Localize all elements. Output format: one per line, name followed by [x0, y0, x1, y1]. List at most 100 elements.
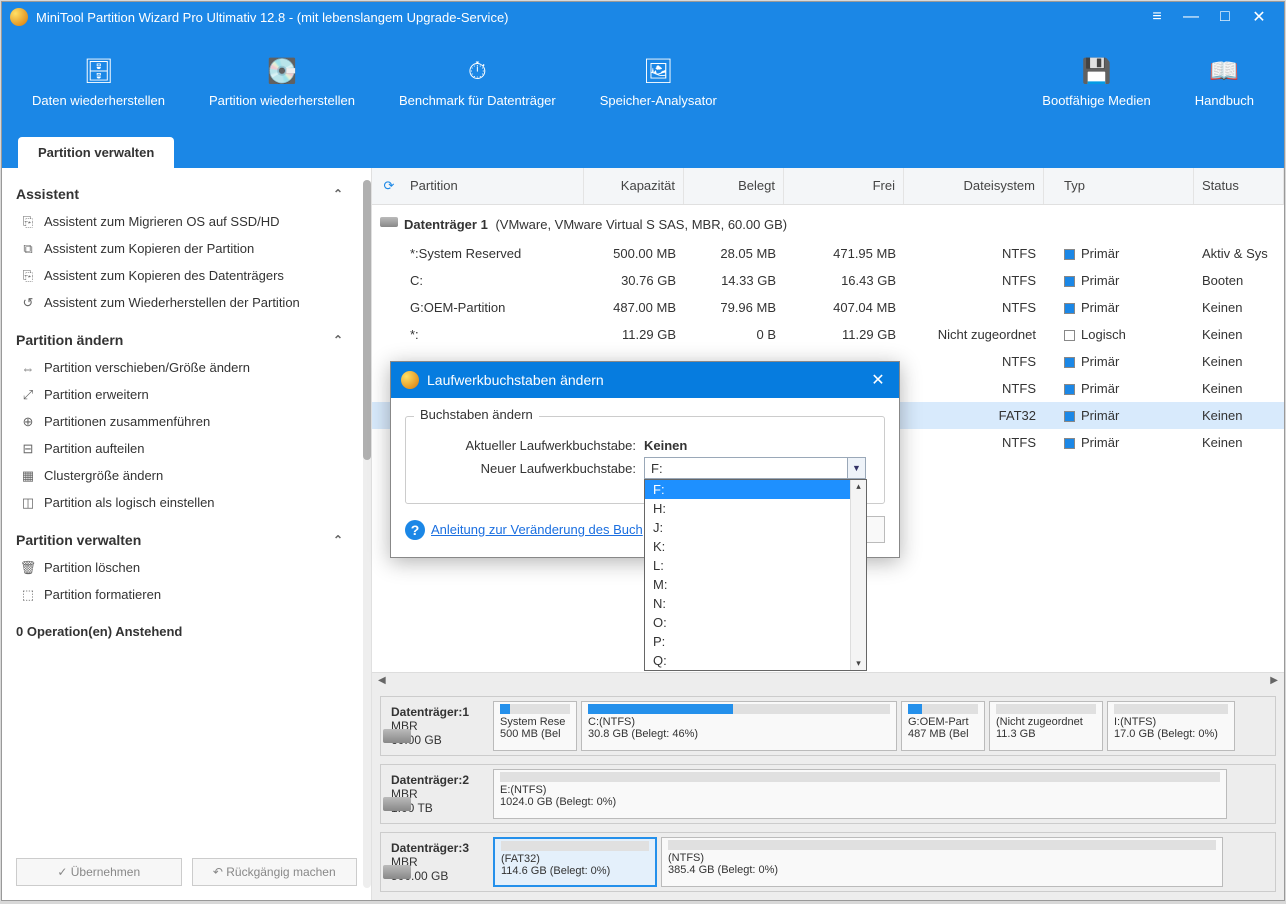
chevron-up-icon: ⌃ — [333, 533, 343, 547]
benchmark-button[interactable]: ⏱Benchmark für Datenträger — [377, 49, 578, 116]
recover-partition-button[interactable]: 💽Partition wiederherstellen — [187, 49, 377, 116]
disk-map-partition[interactable]: I:(NTFS)17.0 GB (Belegt: 0%) — [1107, 701, 1235, 751]
partition-row[interactable]: G:OEM-Partition487.00 MB79.96 MB407.04 M… — [372, 294, 1284, 321]
migrate-icon: ⎘ — [20, 214, 36, 230]
title-bar: MiniTool Partition Wizard Pro Ultimativ … — [2, 2, 1284, 32]
bootable-media-button[interactable]: 💾Bootfähige Medien — [1020, 49, 1172, 116]
apply-button[interactable]: ✓ Übernehmen — [16, 858, 182, 886]
minimize-button[interactable]: — — [1174, 2, 1208, 32]
sidebar-section-assist[interactable]: Assistent⌃ — [16, 180, 363, 208]
sidebar-item-format[interactable]: ⬚Partition formatieren — [16, 581, 363, 608]
dropdown-option[interactable]: J: — [645, 518, 866, 537]
refresh-button[interactable]: ⟳ — [376, 168, 402, 204]
dropdown-option[interactable]: M: — [645, 575, 866, 594]
new-letter-label: Neuer Laufwerkbuchstabe: — [420, 461, 644, 476]
sidebar-item-cluster[interactable]: ▦Clustergröße ändern — [16, 462, 363, 489]
dialog-close-button[interactable]: ✕ — [867, 370, 889, 390]
disk-map-partition[interactable]: C:(NTFS)30.8 GB (Belegt: 46%) — [581, 701, 897, 751]
sidebar-item-extend[interactable]: ⤢Partition erweitern — [16, 381, 363, 408]
disk-map-partition[interactable]: System Rese500 MB (Bel — [493, 701, 577, 751]
col-fs[interactable]: Dateisystem — [904, 168, 1044, 204]
recover-partition-icon: 💽 — [264, 57, 300, 87]
fieldset-change-letter: Buchstaben ändern Aktueller Laufwerkbuch… — [405, 416, 885, 504]
sidebar-item-move-resize[interactable]: ⇔Partition verschieben/Größe ändern — [16, 354, 363, 381]
disk-map-label[interactable]: Datenträger:1MBR60.00 GB — [385, 701, 489, 751]
recover-data-button[interactable]: 🗄Daten wiederherstellen — [10, 49, 187, 116]
disk-map-partition[interactable]: (FAT32)114.6 GB (Belegt: 0%) — [493, 837, 657, 887]
col-free[interactable]: Frei — [784, 168, 904, 204]
window-title: MiniTool Partition Wizard Pro Ultimativ … — [36, 10, 1140, 25]
col-partition[interactable]: Partition — [402, 168, 584, 204]
disk-map-partition[interactable]: E:(NTFS)1024.0 GB (Belegt: 0%) — [493, 769, 1227, 819]
delete-icon: 🗑 — [20, 560, 36, 576]
col-status[interactable]: Status — [1194, 168, 1284, 204]
disk-icon — [380, 217, 398, 227]
app-icon — [10, 8, 28, 26]
help-icon: ? — [405, 520, 425, 540]
disk-map-label[interactable]: Datenträger:2MBR1.00 TB — [385, 769, 489, 819]
dropdown-scrollbar[interactable]: ▴ ▾ — [850, 480, 866, 670]
disk-map-partition[interactable]: (NTFS)385.4 GB (Belegt: 0%) — [661, 837, 1223, 887]
dropdown-list: ▴ ▾ F:H:J:K:L:M:N:O:P:Q: — [644, 479, 867, 671]
col-type[interactable]: Typ — [1044, 168, 1194, 204]
partition-row[interactable]: *:System Reserved500.00 MB28.05 MB471.95… — [372, 240, 1284, 267]
dropdown-option[interactable]: O: — [645, 613, 866, 632]
horizontal-scrollbar[interactable]: ◀▶ — [372, 672, 1284, 688]
sidebar-item-restore-partition[interactable]: ↺Assistent zum Wiederherstellen der Part… — [16, 289, 363, 316]
sidebar-section-manage[interactable]: Partition verwalten⌃ — [16, 526, 363, 554]
space-analyzer-button[interactable]: 🖼Speicher-Analysator — [578, 49, 739, 116]
dropdown-option[interactable]: Q: — [645, 651, 866, 670]
dropdown-option[interactable]: P: — [645, 632, 866, 651]
menu-icon[interactable]: ≡ — [1140, 2, 1174, 32]
sidebar-item-migrate-os[interactable]: ⎘Assistent zum Migrieren OS auf SSD/HD — [16, 208, 363, 235]
change-drive-letter-dialog: Laufwerkbuchstaben ändern ✕ Buchstaben ä… — [390, 361, 900, 558]
new-letter-dropdown[interactable]: F: ▼ ▴ ▾ F:H:J:K:L:M:N:O:P:Q: — [644, 457, 866, 479]
current-letter-value: Keinen — [644, 438, 687, 453]
benchmark-icon: ⏱ — [459, 57, 495, 87]
sidebar-item-set-logical[interactable]: ◫Partition als logisch einstellen — [16, 489, 363, 516]
chevron-up-icon: ⌃ — [333, 333, 343, 347]
extend-icon: ⤢ — [20, 387, 36, 403]
sidebar-section-change[interactable]: Partition ändern⌃ — [16, 326, 363, 354]
analyzer-icon: 🖼 — [640, 57, 676, 87]
close-button[interactable]: ✕ — [1242, 2, 1276, 32]
copy-disk-icon: ⎘ — [20, 268, 36, 284]
split-icon: ⊟ — [20, 441, 36, 457]
sidebar-item-copy-disk[interactable]: ⎘Assistent zum Kopieren des Datenträgers — [16, 262, 363, 289]
dialog-icon — [401, 371, 419, 389]
sidebar-item-merge[interactable]: ⊕Partitionen zusammenführen — [16, 408, 363, 435]
restore-icon: ↺ — [20, 295, 36, 311]
disk-map-partition[interactable]: G:OEM-Part487 MB (Bel — [901, 701, 985, 751]
undo-button[interactable]: ↶ Rückgängig machen — [192, 858, 358, 886]
dropdown-option[interactable]: K: — [645, 537, 866, 556]
disk-title[interactable]: Datenträger 1 (VMware, VMware Virtual S … — [372, 205, 1284, 240]
disk-map-label[interactable]: Datenträger:3MBR500.00 GB — [385, 837, 489, 887]
dropdown-option[interactable]: L: — [645, 556, 866, 575]
dialog-title-bar: Laufwerkbuchstaben ändern ✕ — [391, 362, 899, 398]
partition-table-header: ⟳ Partition Kapazität Belegt Frei Dateis… — [372, 168, 1284, 205]
disk-map-row: Datenträger:1MBR60.00 GBSystem Rese500 M… — [380, 696, 1276, 756]
sidebar-item-split[interactable]: ⊟Partition aufteilen — [16, 435, 363, 462]
dropdown-toggle-button[interactable]: ▼ — [847, 458, 865, 478]
tab-manage-partition[interactable]: Partition verwalten — [18, 137, 174, 168]
sidebar-item-copy-partition[interactable]: ⧉Assistent zum Kopieren der Partition — [16, 235, 363, 262]
maximize-button[interactable]: □ — [1208, 2, 1242, 32]
col-used[interactable]: Belegt — [684, 168, 784, 204]
help-link[interactable]: Anleitung zur Veränderung des Buch — [431, 522, 643, 537]
dropdown-option[interactable]: F: — [645, 480, 866, 499]
dropdown-option[interactable]: H: — [645, 499, 866, 518]
scrollbar-thumb[interactable] — [363, 180, 371, 460]
col-capacity[interactable]: Kapazität — [584, 168, 684, 204]
handbook-button[interactable]: 📖Handbuch — [1173, 49, 1276, 116]
sidebar-scrollbar[interactable] — [363, 180, 371, 888]
partition-row[interactable]: C:30.76 GB14.33 GB16.43 GBNTFSPrimärBoot… — [372, 267, 1284, 294]
merge-icon: ⊕ — [20, 414, 36, 430]
partition-row[interactable]: *:11.29 GB0 B11.29 GBNicht zugeordnetLog… — [372, 321, 1284, 348]
sidebar-item-delete[interactable]: 🗑Partition löschen — [16, 554, 363, 581]
disk-map-partition[interactable]: (Nicht zugeordnet11.3 GB — [989, 701, 1103, 751]
disk-map-row: Datenträger:3MBR500.00 GB(FAT32)114.6 GB… — [380, 832, 1276, 892]
cluster-icon: ▦ — [20, 468, 36, 484]
dropdown-option[interactable]: N: — [645, 594, 866, 613]
pending-operations-label: 0 Operation(en) Anstehend — [16, 618, 363, 645]
fieldset-legend: Buchstaben ändern — [414, 407, 539, 422]
